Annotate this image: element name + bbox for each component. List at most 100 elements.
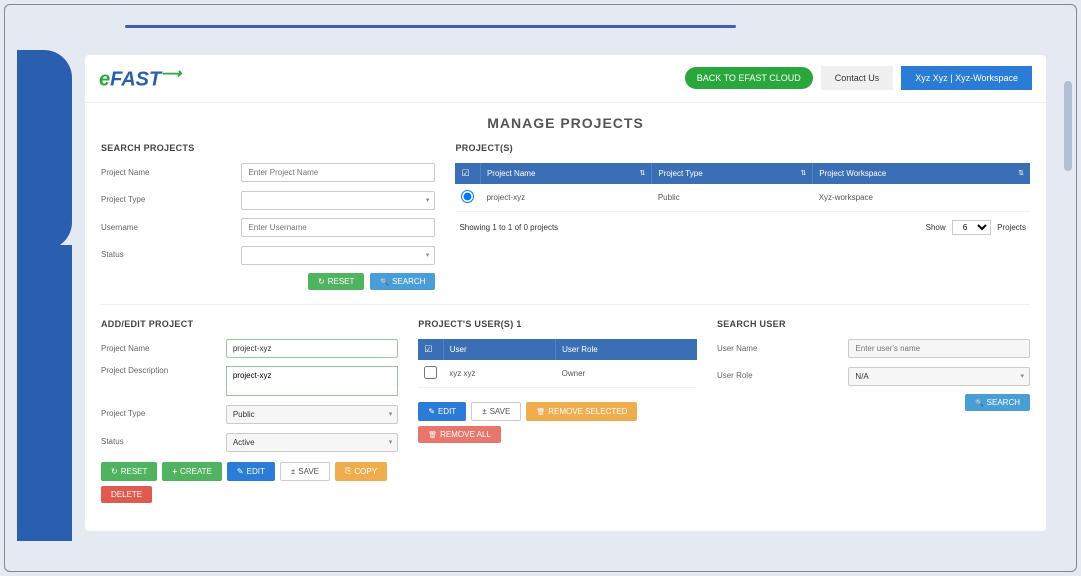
check-icon bbox=[461, 169, 469, 178]
su-search-button[interactable]: SEARCH bbox=[965, 394, 1030, 411]
ae-copy-button[interactable]: COPY bbox=[335, 462, 387, 481]
users-check-header[interactable] bbox=[418, 339, 443, 360]
scrollbar-thumb[interactable] bbox=[1064, 81, 1072, 171]
sort-icon: ⇅ bbox=[1018, 169, 1024, 177]
logo: eFAST⟶ bbox=[99, 65, 181, 92]
projects-section: PROJECT(S) Project Name⇅ Project Type⇅ P… bbox=[455, 143, 1030, 290]
logo-swoosh-icon: ⟶ bbox=[161, 65, 181, 81]
projects-table: Project Name⇅ Project Type⇅ Project Work… bbox=[455, 163, 1030, 212]
users-col-user[interactable]: User bbox=[443, 339, 555, 360]
reset-button[interactable]: RESET bbox=[308, 273, 364, 290]
ae-desc-label: Project Description bbox=[101, 366, 226, 375]
header: eFAST⟶ BACK TO EFAST CLOUD Contact Us Xy… bbox=[85, 55, 1046, 103]
username-input[interactable] bbox=[241, 218, 435, 237]
left-sidebar-bottom bbox=[17, 245, 72, 541]
page-size-select[interactable]: 6 bbox=[952, 220, 991, 235]
projects-col-workspace[interactable]: Project Workspace⇅ bbox=[813, 163, 1030, 184]
bottom-row: ADD/EDIT PROJECT Project Name Project De… bbox=[101, 304, 1030, 503]
pu-edit-button[interactable]: EDIT bbox=[418, 402, 466, 421]
user-row-name: xyz xyz bbox=[443, 360, 555, 388]
ae-name-label: Project Name bbox=[101, 344, 226, 353]
left-sidebar-top bbox=[17, 50, 72, 250]
user-badge[interactable]: Xyz Xyz | Xyz-Workspace bbox=[901, 66, 1032, 90]
su-role-select[interactable]: N/A bbox=[848, 367, 1030, 386]
search-user-title: SEARCH USER bbox=[717, 319, 1030, 329]
copy-icon bbox=[345, 466, 351, 476]
trash-icon bbox=[428, 430, 437, 439]
top-row: SEARCH PROJECTS Project Name Project Typ… bbox=[101, 143, 1030, 290]
username-label: Username bbox=[101, 223, 241, 232]
projects-title: PROJECT(S) bbox=[455, 143, 1030, 153]
contact-us-button[interactable]: Contact Us bbox=[821, 66, 894, 90]
project-users-title: PROJECT'S USER(S) 1 bbox=[418, 319, 697, 329]
row-radio[interactable] bbox=[461, 190, 474, 203]
row-name: project-xyz bbox=[480, 184, 651, 212]
search-icon bbox=[380, 277, 389, 286]
ae-type-select[interactable]: Public bbox=[226, 405, 398, 424]
ae-edit-button[interactable]: EDIT bbox=[227, 462, 275, 481]
show-controls: Show 6 Projects bbox=[926, 220, 1026, 235]
table-row[interactable]: project-xyz Public Xyz-workspace bbox=[455, 184, 1030, 212]
sort-icon: ⇅ bbox=[639, 169, 645, 177]
pencil-icon bbox=[237, 467, 244, 476]
project-users-section: PROJECT'S USER(S) 1 User User Role bbox=[418, 319, 697, 503]
ae-status-select[interactable]: Active bbox=[226, 433, 398, 452]
user-row-checkbox[interactable] bbox=[424, 366, 437, 379]
row-workspace: Xyz-workspace bbox=[813, 184, 1030, 212]
reset-icon bbox=[111, 467, 118, 476]
reset-icon bbox=[318, 277, 325, 286]
project-name-label: Project Name bbox=[101, 168, 241, 177]
content: SEARCH PROJECTS Project Name Project Typ… bbox=[85, 143, 1046, 515]
trash-icon bbox=[536, 407, 545, 416]
ae-save-button[interactable]: SAVE bbox=[280, 462, 330, 481]
add-edit-title: ADD/EDIT PROJECT bbox=[101, 319, 398, 329]
su-name-input[interactable] bbox=[848, 339, 1030, 358]
users-col-role[interactable]: User Role bbox=[556, 339, 697, 360]
add-edit-section: ADD/EDIT PROJECT Project Name Project De… bbox=[101, 319, 398, 503]
projects-table-footer: Showing 1 to 1 of 0 projects Show 6 Proj… bbox=[455, 212, 1030, 243]
projects-col-name[interactable]: Project Name⇅ bbox=[480, 163, 651, 184]
status-select[interactable] bbox=[241, 246, 435, 265]
ae-reset-button[interactable]: RESET bbox=[101, 462, 157, 481]
status-label: Status bbox=[101, 250, 241, 259]
project-users-table: User User Role xyz xyz Owner bbox=[418, 339, 697, 388]
user-row-role: Owner bbox=[556, 360, 697, 388]
row-type: Public bbox=[652, 184, 813, 212]
ae-status-label: Status bbox=[101, 437, 226, 446]
main-panel: eFAST⟶ BACK TO EFAST CLOUD Contact Us Xy… bbox=[85, 55, 1046, 531]
top-decoration bbox=[125, 25, 1036, 31]
projects-check-header[interactable] bbox=[455, 163, 480, 184]
save-icon bbox=[482, 407, 486, 416]
window-frame: eFAST⟶ BACK TO EFAST CLOUD Contact Us Xy… bbox=[4, 4, 1077, 572]
showing-text: Showing 1 to 1 of 0 projects bbox=[459, 223, 558, 232]
search-button[interactable]: SEARCH bbox=[370, 273, 435, 290]
reset-label: RESET bbox=[328, 277, 355, 286]
header-actions: BACK TO EFAST CLOUD Contact Us Xyz Xyz |… bbox=[685, 66, 1032, 90]
check-icon bbox=[424, 345, 432, 354]
project-type-select[interactable] bbox=[241, 191, 435, 210]
ae-delete-button[interactable]: DELETE bbox=[101, 486, 152, 503]
table-row[interactable]: xyz xyz Owner bbox=[418, 360, 697, 388]
back-to-cloud-button[interactable]: BACK TO EFAST CLOUD bbox=[685, 67, 813, 89]
pu-save-button[interactable]: SAVE bbox=[471, 402, 521, 421]
logo-e: e bbox=[99, 69, 110, 91]
scrollbar-track bbox=[1064, 55, 1072, 531]
ae-create-button[interactable]: CREATE bbox=[162, 462, 222, 481]
ae-type-label: Project Type bbox=[101, 409, 226, 418]
su-name-label: User Name bbox=[717, 344, 848, 353]
remove-selected-button[interactable]: REMOVE SELECTED bbox=[526, 402, 637, 421]
projects-col-type[interactable]: Project Type⇅ bbox=[652, 163, 813, 184]
page-title: MANAGE PROJECTS bbox=[85, 103, 1046, 143]
remove-all-button[interactable]: REMOVE ALL bbox=[418, 426, 501, 443]
search-projects-title: SEARCH PROJECTS bbox=[101, 143, 435, 153]
ae-name-input[interactable] bbox=[226, 339, 398, 358]
search-label: SEARCH bbox=[392, 277, 425, 286]
project-name-input[interactable] bbox=[241, 163, 435, 182]
ae-desc-textarea[interactable]: project-xyz bbox=[226, 366, 398, 396]
sort-icon: ⇅ bbox=[800, 169, 806, 177]
pencil-icon bbox=[428, 407, 435, 416]
plus-icon bbox=[172, 467, 177, 476]
su-role-label: User Role bbox=[717, 371, 848, 380]
search-user-section: SEARCH USER User Name User Role N/A SEAR… bbox=[717, 319, 1030, 503]
search-projects-section: SEARCH PROJECTS Project Name Project Typ… bbox=[101, 143, 435, 290]
